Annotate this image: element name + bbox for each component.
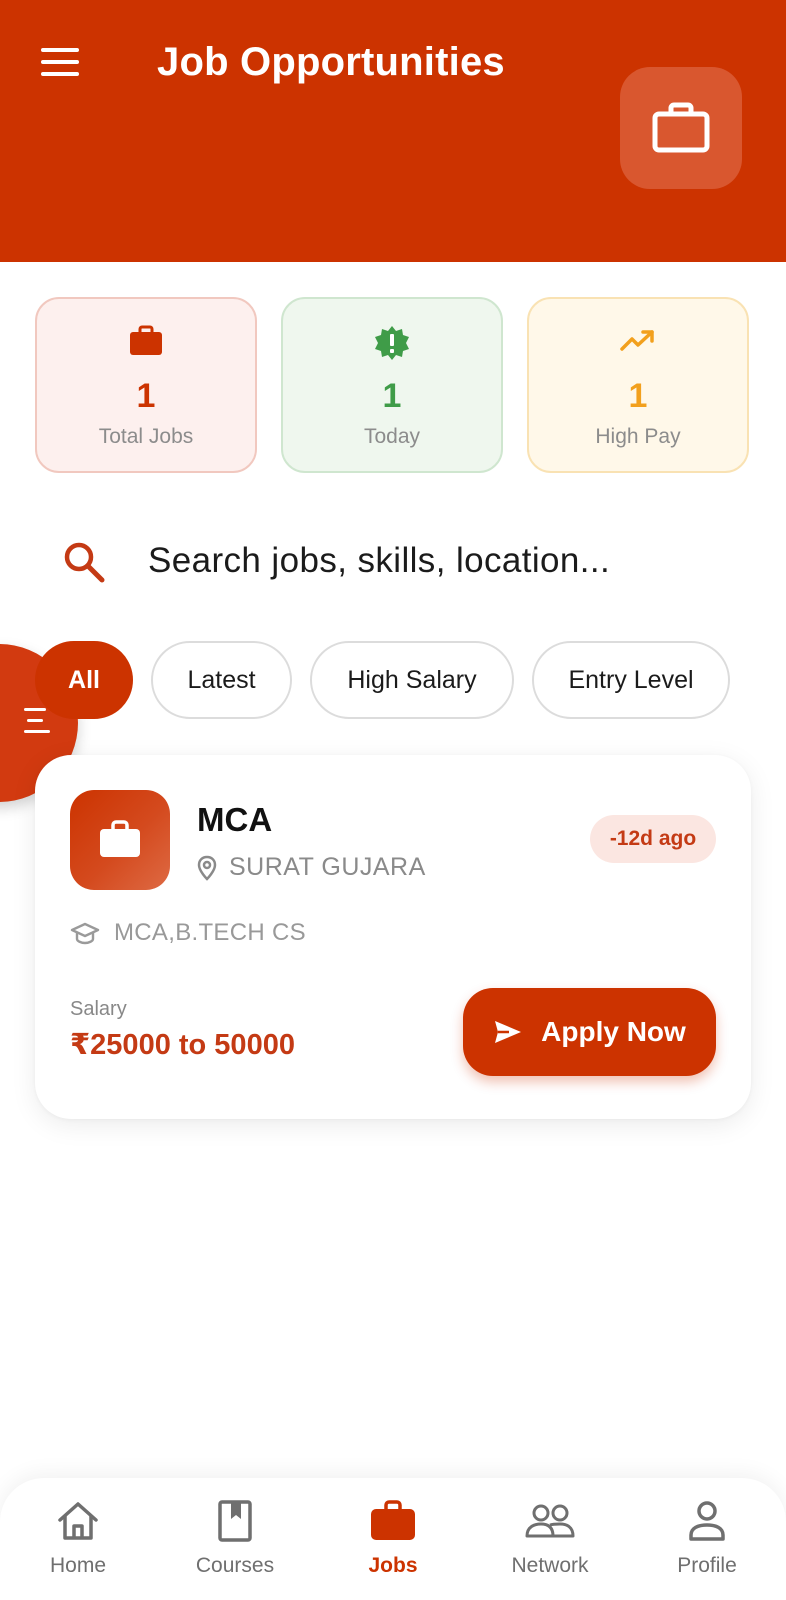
- nav-label: Jobs: [368, 1554, 418, 1577]
- apply-now-button[interactable]: Apply Now: [463, 988, 716, 1076]
- search-icon: [64, 542, 105, 583]
- stat-label: Today: [363, 425, 421, 448]
- nav-network[interactable]: Network: [480, 1478, 620, 1600]
- person-icon: [689, 1501, 725, 1541]
- trending-up-icon: [620, 330, 654, 351]
- briefcase-icon: [371, 1500, 415, 1540]
- header-briefcase-badge: [620, 67, 742, 189]
- search-bar: [62, 530, 742, 592]
- menu-icon[interactable]: [38, 44, 84, 80]
- stat-label: High Pay: [595, 425, 681, 448]
- filter-chip-high-salary[interactable]: High Salary: [310, 641, 514, 719]
- apply-now-label: Apply Now: [541, 1016, 686, 1047]
- filter-chip-entry-level[interactable]: Entry Level: [532, 641, 730, 719]
- salary-value: ₹25000 to 50000: [70, 1029, 295, 1061]
- book-icon: [218, 1500, 252, 1542]
- company-logo: [70, 790, 170, 890]
- briefcase-icon: [130, 325, 162, 355]
- page-title: Job Opportunities: [157, 40, 505, 84]
- stat-card-high-pay: 1 High Pay: [527, 297, 749, 473]
- stat-card-today: 1 Today: [281, 297, 503, 473]
- nav-home[interactable]: Home: [8, 1478, 148, 1600]
- nav-label: Network: [511, 1554, 589, 1577]
- job-card[interactable]: MCA SURAT GUJARA -12d ago MCA,B.TECH CS …: [35, 755, 751, 1119]
- app-header: Job Opportunities: [0, 0, 786, 262]
- stat-label: Total Jobs: [98, 425, 194, 448]
- briefcase-icon: [100, 820, 140, 857]
- search-input[interactable]: [148, 530, 738, 592]
- job-qualification-text: MCA,B.TECH CS: [114, 919, 306, 946]
- nav-label: Courses: [195, 1554, 275, 1577]
- jobs-screen: Job Opportunities 1 Total Jobs 1 Today 1…: [0, 0, 786, 1600]
- send-icon: [495, 1021, 522, 1043]
- stat-value: 1: [628, 377, 648, 415]
- stat-card-total-jobs: 1 Total Jobs: [35, 297, 257, 473]
- nav-profile[interactable]: Profile: [637, 1478, 777, 1600]
- people-icon: [525, 1504, 575, 1538]
- stat-value: 1: [382, 377, 402, 415]
- job-location: SURAT GUJARA: [197, 853, 426, 882]
- filter-chip-all[interactable]: All: [35, 641, 133, 719]
- nav-label: Home: [49, 1554, 107, 1577]
- salary-label: Salary: [70, 998, 127, 1020]
- posted-badge: -12d ago: [590, 815, 716, 863]
- home-icon: [58, 1502, 98, 1540]
- stat-value: 1: [136, 377, 156, 415]
- filter-chip-latest[interactable]: Latest: [151, 641, 292, 719]
- job-qualification: MCA,B.TECH CS: [70, 919, 306, 947]
- nav-courses[interactable]: Courses: [165, 1478, 305, 1600]
- graduation-cap-icon: [70, 922, 100, 945]
- menu-lines-icon: [24, 708, 50, 741]
- nav-jobs[interactable]: Jobs: [323, 1478, 463, 1600]
- job-title: MCA: [197, 801, 273, 838]
- new-badge-icon: [375, 326, 409, 360]
- nav-label: Profile: [677, 1554, 737, 1577]
- location-pin-icon: [197, 855, 217, 881]
- bottom-nav: Home Courses Jobs Network Profile: [0, 1478, 786, 1600]
- briefcase-icon: [652, 102, 710, 153]
- job-location-text: SURAT GUJARA: [229, 853, 426, 881]
